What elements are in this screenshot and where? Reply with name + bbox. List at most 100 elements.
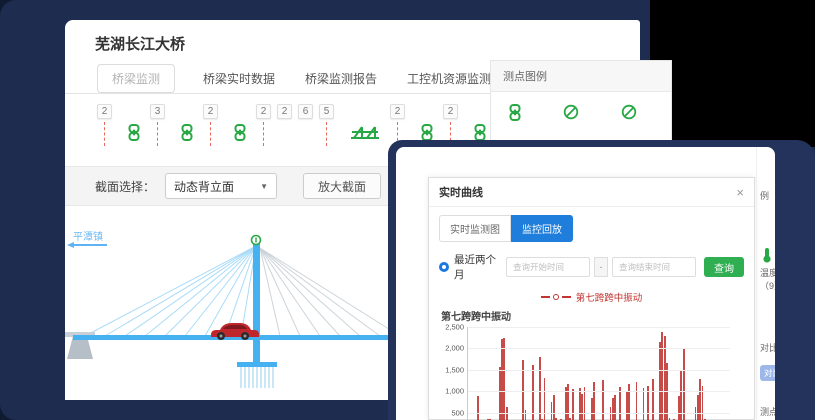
link-sensor-icon[interactable] bbox=[234, 124, 246, 141]
compare-analysis-button[interactable]: 对比分析 bbox=[760, 365, 775, 381]
sensor-count-badge: 6 bbox=[298, 104, 313, 119]
legend-line-icon bbox=[562, 296, 571, 298]
modal-right-strip: 例 温度 （9） 对比分析 对比分析 测点列表 bbox=[756, 147, 775, 420]
chart-bar bbox=[525, 410, 527, 420]
link-sensor-icon[interactable] bbox=[128, 124, 140, 141]
section-select-label: 截面选择： bbox=[95, 178, 155, 195]
y-tick-label: 1,500 bbox=[445, 365, 468, 374]
bridge-tower bbox=[253, 242, 260, 364]
dialog-title: 实时曲线 bbox=[439, 184, 483, 200]
chart-bar bbox=[636, 382, 638, 420]
tab-桥梁监测[interactable]: 桥梁监测 bbox=[97, 64, 175, 93]
time-range-separator: - bbox=[594, 257, 608, 277]
chart-bar bbox=[553, 395, 555, 420]
gridline bbox=[468, 348, 730, 349]
sensor-count-badge: 5 bbox=[319, 104, 334, 119]
chart-bar bbox=[544, 378, 546, 420]
temperature-label: 温度 bbox=[760, 266, 775, 279]
chart-bar bbox=[593, 382, 595, 420]
chart-bar bbox=[652, 379, 654, 420]
legend-panel-title: 测点图例 bbox=[491, 61, 671, 92]
chart-bar bbox=[619, 387, 621, 420]
modal-inner-page: 实时曲线 × 实时监测图监控回放 最近两个月 - 查询 第七跨跨中振动 bbox=[396, 147, 775, 420]
gridline bbox=[468, 370, 730, 371]
compare-analysis-label: 对比分析 bbox=[760, 341, 775, 354]
y-tick-label: 1,000 bbox=[445, 387, 468, 396]
bridge-elevation-drawing bbox=[65, 232, 410, 397]
sensor-count-badge: 2 bbox=[97, 104, 112, 119]
legend-fragment: 例 bbox=[760, 189, 769, 202]
chart-bar bbox=[643, 388, 645, 420]
realtime-curve-modal-window: 实时曲线 × 实时监测图监控回放 最近两个月 - 查询 第七跨跨中振动 bbox=[388, 140, 815, 420]
y-tick-label: 2,000 bbox=[445, 344, 468, 353]
dialog-tab-监控回放[interactable]: 监控回放 bbox=[511, 215, 573, 242]
black-screen-region bbox=[650, 0, 815, 147]
chart-area: 2,5002,0001,5001,0005000 bbox=[467, 327, 730, 420]
start-time-input[interactable] bbox=[506, 257, 590, 277]
sensor-drop-line bbox=[326, 122, 327, 146]
link-sensor-icon[interactable] bbox=[181, 124, 193, 141]
y-tick-label: 2,500 bbox=[445, 323, 468, 332]
sensor-count-badge: 2 bbox=[203, 104, 218, 119]
chevron-down-icon: ▼ bbox=[260, 182, 268, 191]
legend-circle-icon bbox=[553, 294, 559, 300]
bridge-sensor-icon[interactable] bbox=[350, 124, 380, 140]
chart-plot: 2,5002,0001,5001,0005000 bbox=[467, 327, 730, 420]
gridline bbox=[468, 391, 730, 392]
sensor-group: 2 bbox=[256, 104, 271, 146]
link-sensor-icon[interactable] bbox=[474, 124, 486, 141]
recent-two-months-radio[interactable] bbox=[439, 262, 449, 272]
sensor-count-badge: 2 bbox=[443, 104, 458, 119]
zoom-section-button[interactable]: 放大截面 bbox=[303, 173, 381, 199]
legend-series-label: 第七跨跨中振动 bbox=[576, 290, 643, 304]
gridline bbox=[468, 327, 730, 328]
chart-bar bbox=[539, 357, 541, 420]
chart-bar bbox=[628, 384, 630, 420]
sensor-group: 2 bbox=[203, 104, 218, 146]
thermometer-icon bbox=[762, 247, 772, 263]
sensor-drop-line bbox=[104, 122, 105, 146]
sensor-drop-line bbox=[210, 122, 211, 146]
gridline bbox=[468, 413, 730, 414]
tab-工控机资源监测[interactable]: 工控机资源监测 bbox=[405, 65, 493, 92]
page-title: 芜湖长江大桥 bbox=[65, 20, 640, 54]
tab-桥梁监测报告[interactable]: 桥梁监测报告 bbox=[303, 65, 379, 92]
chart-bar bbox=[683, 348, 685, 420]
chart-bar bbox=[572, 389, 574, 420]
dialog-tab-实时监测图[interactable]: 实时监测图 bbox=[439, 215, 511, 242]
measuring-point-legend-panel: 测点图例 bbox=[490, 60, 672, 148]
tab-桥梁实时数据[interactable]: 桥梁实时数据 bbox=[201, 65, 277, 92]
chart-legend[interactable]: 第七跨跨中振动 bbox=[429, 290, 754, 304]
sensor-drop-line bbox=[157, 122, 158, 146]
legend-icons-row bbox=[491, 92, 671, 126]
y-tick-label: 500 bbox=[451, 408, 468, 417]
end-time-input[interactable] bbox=[612, 257, 696, 277]
close-icon[interactable]: × bbox=[736, 186, 744, 199]
sensor-count-badge: 2 bbox=[256, 104, 271, 119]
sensor-group: 5 bbox=[319, 104, 334, 146]
sensor-group: 2 bbox=[277, 104, 292, 119]
filter-row: 最近两个月 - 查询 bbox=[439, 252, 744, 282]
legend-link-icon bbox=[509, 104, 521, 126]
sensor-group: 2 bbox=[97, 104, 112, 146]
legend-line-icon bbox=[541, 296, 550, 298]
chart-bar bbox=[567, 384, 569, 420]
chart-title: 第七跨跨中振动 bbox=[441, 308, 754, 323]
temperature-count: （9） bbox=[760, 279, 775, 292]
section-select-dropdown[interactable]: 动态背立面 ▼ bbox=[165, 173, 277, 199]
recent-two-months-label: 最近两个月 bbox=[454, 252, 506, 282]
section-select-value: 动态背立面 bbox=[174, 178, 234, 195]
query-button[interactable]: 查询 bbox=[704, 257, 744, 277]
sensor-group: 6 bbox=[298, 104, 313, 119]
sensor-count-badge: 2 bbox=[390, 104, 405, 119]
link-sensor-icon[interactable] bbox=[421, 124, 433, 141]
chart-bar bbox=[477, 396, 479, 420]
sensor-drop-line bbox=[263, 122, 264, 146]
legend-circle-sensor-icon bbox=[621, 104, 637, 126]
point-list-label: 测点列表 bbox=[760, 405, 775, 418]
chart-bar bbox=[602, 380, 604, 420]
sensor-group: 3 bbox=[150, 104, 165, 146]
sensor-count-badge: 3 bbox=[150, 104, 165, 119]
chart-bar bbox=[614, 395, 616, 420]
dialog-tab-group: 实时监测图监控回放 bbox=[439, 215, 744, 242]
